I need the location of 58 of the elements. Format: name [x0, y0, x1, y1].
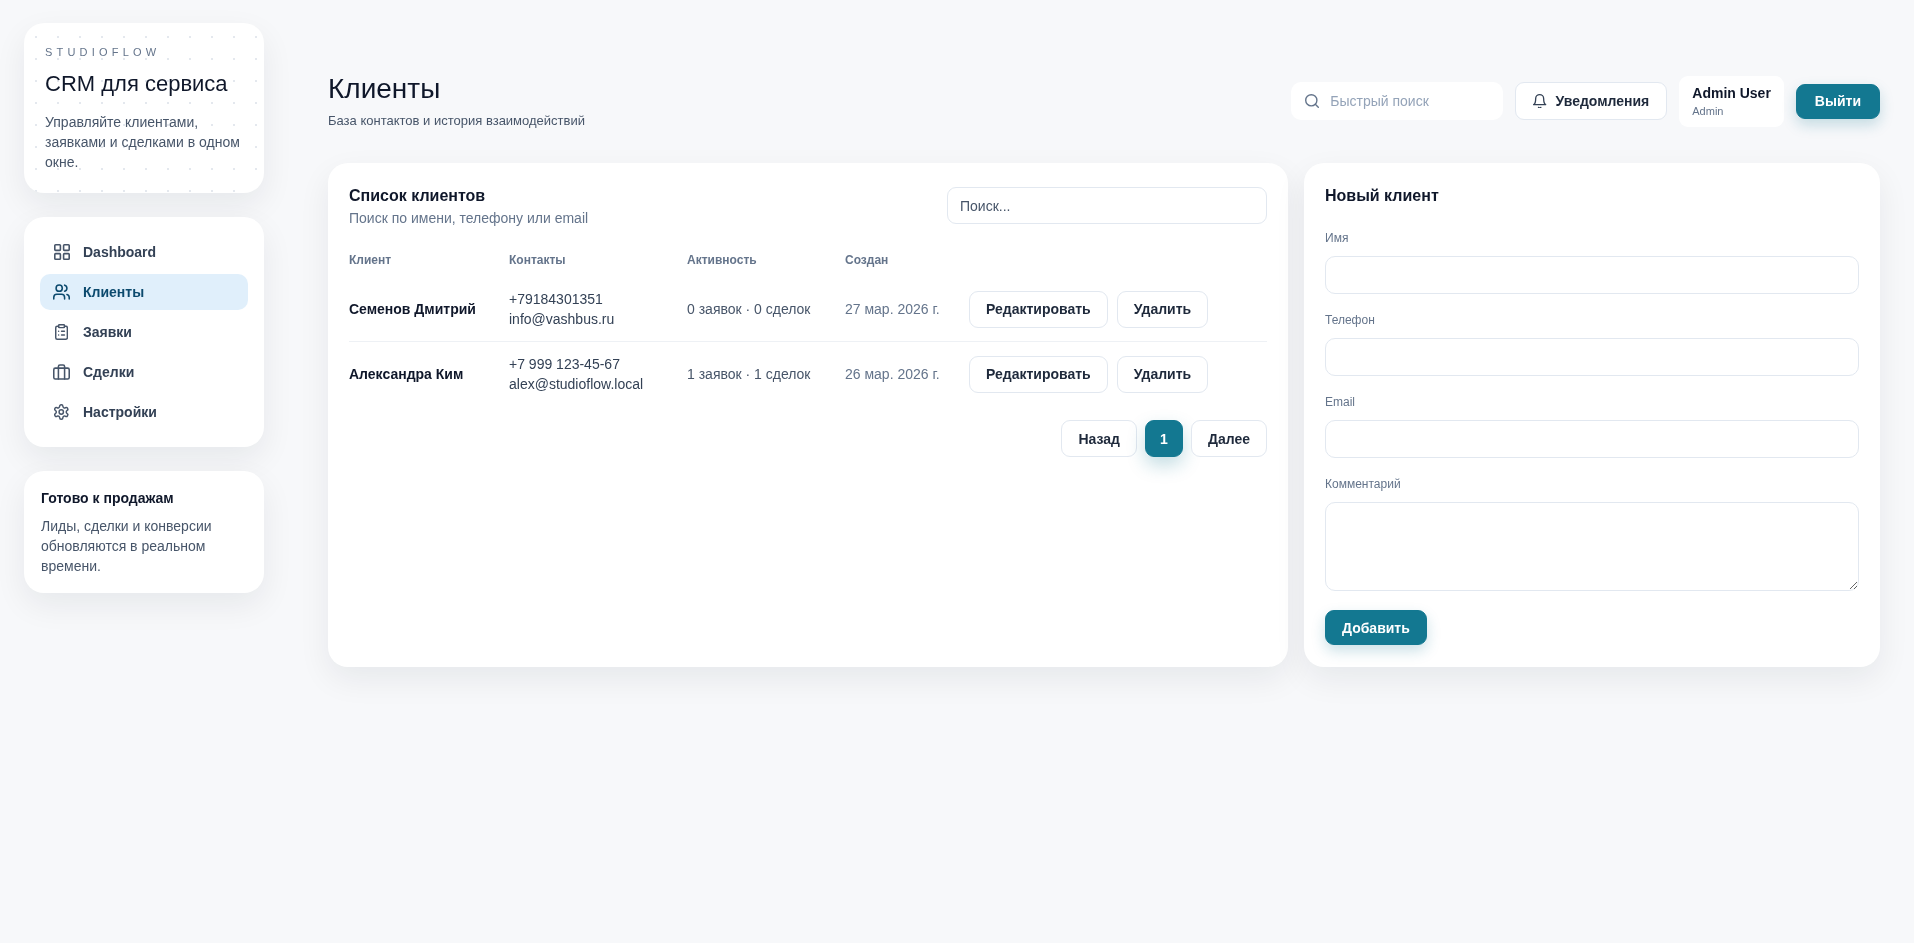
input-field[interactable]	[1325, 420, 1859, 458]
created-date: 27 мар. 2026 г.	[845, 300, 940, 319]
page-subtitle: База контактов и история взаимодействий	[328, 112, 585, 130]
clipboard-icon	[54, 324, 69, 340]
users-icon	[53, 284, 70, 300]
notifications-button[interactable]: Уведомления	[1515, 82, 1668, 120]
delete-button[interactable]: Удалить	[1116, 355, 1209, 393]
logout-button[interactable]: Выйти	[1795, 83, 1880, 119]
add-button[interactable]: Добавить	[1325, 610, 1427, 645]
card-title: Список клиентов	[349, 186, 487, 206]
column-header: Создан	[845, 252, 889, 268]
settings-icon	[54, 404, 69, 420]
client-email: alex@studioflow.local	[509, 375, 644, 394]
input-field[interactable]	[1325, 256, 1859, 294]
brand-name: STUDIOFLOW	[45, 45, 162, 59]
client-phone: +7 999 123-45-67	[509, 355, 620, 374]
column-header: Активность	[687, 252, 757, 268]
prev-button[interactable]: Назад	[1061, 420, 1137, 457]
input-field[interactable]	[1325, 338, 1859, 376]
client-email: info@vashbus.ru	[509, 310, 615, 329]
nav-item[interactable]: Сделки	[40, 354, 248, 390]
search-field[interactable]: Поиск...	[947, 187, 1267, 224]
app-title: CRM для сервиса	[45, 71, 229, 97]
form-title: Новый клиент	[1325, 186, 1440, 206]
page-button[interactable]: 1	[1144, 420, 1183, 457]
field-label: Имя	[1325, 230, 1349, 246]
nav-item[interactable]: Клиенты	[40, 274, 248, 310]
activity-text: 0 заявок · 0 сделок	[687, 300, 811, 319]
bell-icon	[1533, 94, 1547, 108]
activity-text: 1 заявок · 1 сделок	[687, 365, 811, 384]
card-subtitle: Поиск по имени, телефону или email	[349, 209, 589, 227]
edit-button[interactable]: Редактировать	[969, 355, 1108, 393]
column-header: Клиент	[349, 252, 392, 268]
field-label: Email	[1325, 394, 1355, 410]
nav-item[interactable]: Заявки	[40, 314, 248, 350]
edit-button[interactable]: Редактировать	[969, 290, 1108, 328]
search-icon	[1305, 94, 1320, 108]
client-name: Семенов Дмитрий	[349, 300, 476, 319]
brand-description: Управляйте клиентами, заявками и сделками в одном окне.	[45, 113, 241, 172]
user-name: Admin User	[1692, 83, 1771, 102]
client-name: Александра Ким	[349, 365, 464, 384]
promo-title: Готово к продажам	[41, 489, 175, 508]
delete-button[interactable]: Удалить	[1116, 290, 1209, 328]
client-phone: +79184301351	[509, 290, 603, 309]
nav-item[interactable]: Dashboard	[40, 234, 248, 270]
page-title: Клиенты	[328, 72, 442, 106]
user-role: Admin	[1692, 103, 1724, 118]
briefcase-icon	[53, 364, 70, 380]
promo-text: Лиды, сделки и конверсии обновляются в реальном времени.	[41, 517, 213, 576]
field-label: Комментарий	[1325, 476, 1401, 492]
field-label: Телефон	[1325, 312, 1375, 328]
nav-item[interactable]: Настройки	[40, 394, 248, 430]
next-button[interactable]: Далее	[1190, 420, 1267, 457]
created-date: 26 мар. 2026 г.	[845, 365, 940, 384]
column-header: Контакты	[509, 252, 566, 268]
search-field[interactable]: Быстрый поиск	[1291, 82, 1504, 120]
grid-icon	[53, 244, 70, 260]
comment-field[interactable]	[1325, 502, 1859, 591]
